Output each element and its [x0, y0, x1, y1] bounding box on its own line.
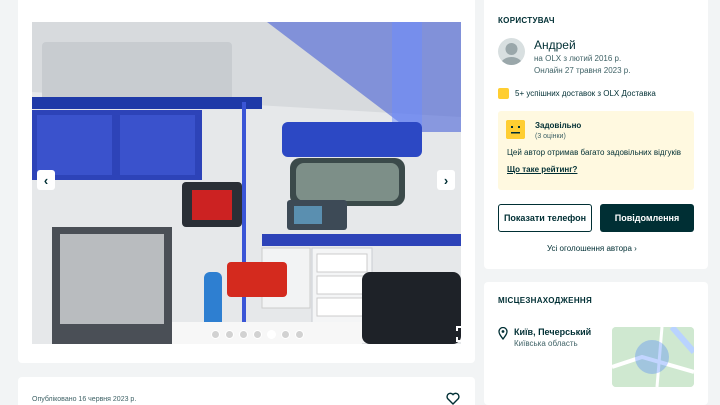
- delivery-text: 5+ успішних доставок з OLX Доставка: [515, 89, 656, 98]
- member-since: на OLX з лютий 2016 р.: [534, 54, 622, 63]
- user-card: КОРИСТУВАЧ Андрей на OLX з лютий 2016 р.…: [484, 0, 708, 269]
- user-name[interactable]: Андрей: [534, 38, 576, 52]
- location-section-title: МІСЦЕЗНАХОДЖЕННЯ: [498, 296, 593, 305]
- listing-info-card: Опубліковано 16 червня 2023 р.: [18, 377, 475, 405]
- user-section-title: КОРИСТУВАЧ: [498, 16, 555, 25]
- delivery-icon: [498, 88, 509, 99]
- avatar[interactable]: [498, 38, 525, 65]
- location-map[interactable]: [612, 327, 694, 387]
- last-online: Онлайн 27 травня 2023 р.: [534, 66, 631, 75]
- fullscreen-icon[interactable]: [455, 325, 473, 343]
- chevron-right-icon: ›: [634, 244, 637, 253]
- gallery-prev-button[interactable]: ‹: [37, 170, 55, 190]
- rating-box: Задовільно (3 оцінки) Цей автор отримав …: [498, 111, 694, 190]
- rating-info-link[interactable]: Що таке рейтинг?: [507, 165, 577, 174]
- heart-icon[interactable]: [446, 392, 460, 405]
- all-ads-link[interactable]: Усі оголошення автора ›: [547, 244, 637, 253]
- location-pin-icon: [498, 327, 508, 340]
- message-button[interactable]: Повідомлення: [600, 204, 694, 232]
- map-thumbnail: [612, 327, 694, 387]
- user-avatar-icon: [500, 43, 523, 65]
- listing-photo[interactable]: [32, 22, 461, 344]
- gallery-dot[interactable]: [281, 330, 290, 339]
- gallery-next-button[interactable]: ›: [437, 170, 455, 190]
- all-ads-label: Усі оголошення автора: [547, 244, 632, 253]
- gallery-dot[interactable]: [225, 330, 234, 339]
- location-card: МІСЦЕЗНАХОДЖЕННЯ Київ, Печерський Київсь…: [484, 282, 708, 405]
- rating-count: (3 оцінки): [535, 133, 566, 140]
- published-date: Опубліковано 16 червня 2023 р.: [32, 396, 137, 403]
- gallery-dot[interactable]: [239, 330, 248, 339]
- location-region: Київська область: [514, 339, 578, 348]
- show-phone-button[interactable]: Показати телефон: [498, 204, 592, 232]
- location-city: Київ, Печерський: [514, 327, 592, 337]
- gallery-card: [18, 0, 475, 363]
- rating-label: Задовільно: [535, 121, 582, 130]
- neutral-face-icon: [506, 120, 525, 139]
- gallery-dot[interactable]: [267, 330, 276, 339]
- delivery-badge: 5+ успішних доставок з OLX Доставка: [498, 88, 656, 99]
- gallery-dots: [211, 330, 304, 339]
- gallery-dot[interactable]: [295, 330, 304, 339]
- rating-description: Цей автор отримав багато задовільних від…: [507, 148, 682, 157]
- gallery-dot[interactable]: [211, 330, 220, 339]
- ambulance-interior-photo: [32, 22, 461, 344]
- gallery-dot[interactable]: [253, 330, 262, 339]
